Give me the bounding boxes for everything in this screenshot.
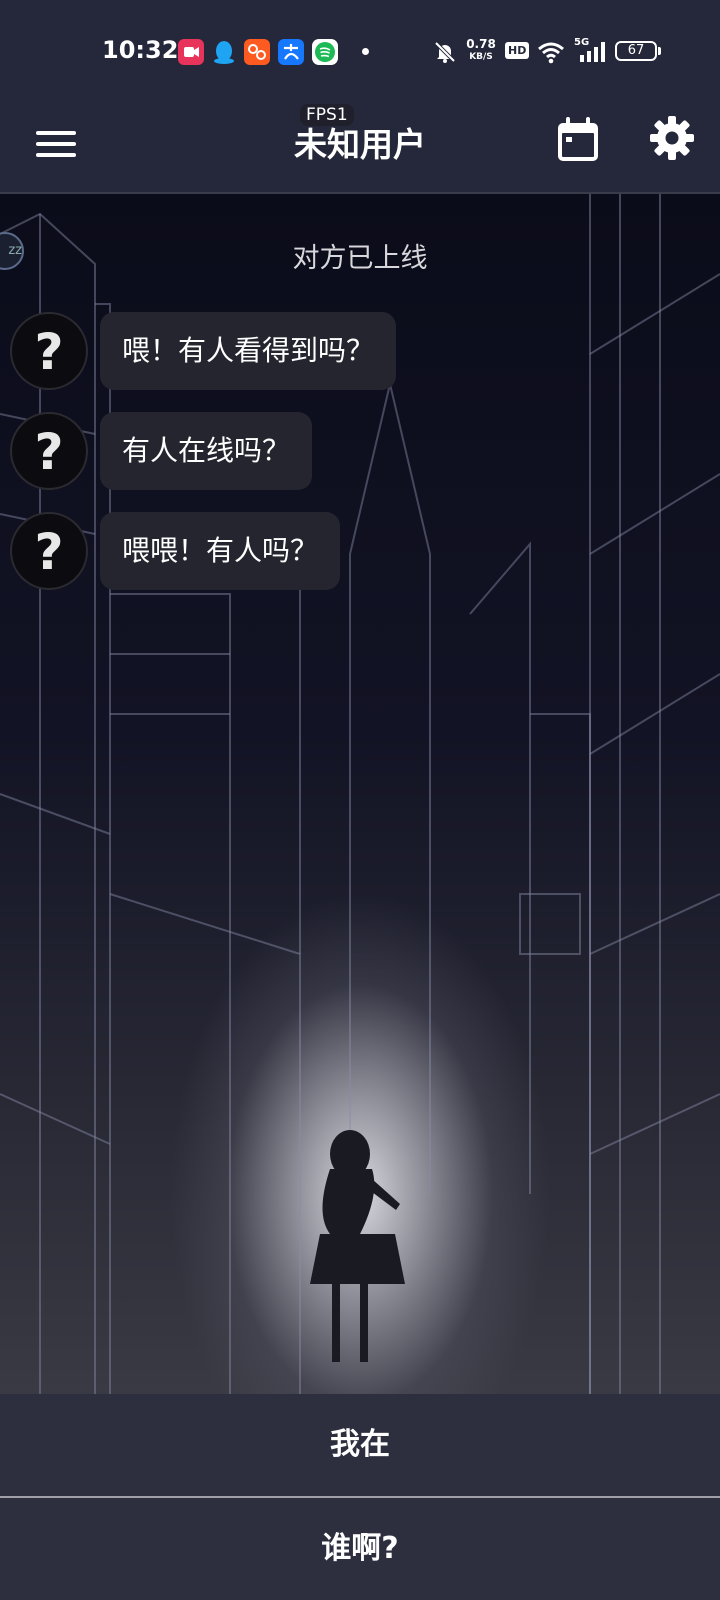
- spotify-icon: [312, 39, 338, 65]
- battery-tip: [658, 47, 661, 55]
- calendar-button[interactable]: [556, 116, 600, 164]
- system-status-note: 对方已上线: [292, 243, 428, 274]
- network-speed-unit: KB/S: [469, 52, 493, 62]
- mute-bell-icon: [433, 40, 457, 68]
- reply-option-2[interactable]: 谁啊?: [0, 1498, 720, 1600]
- message-bubble: 喂喂！有人吗？: [100, 512, 341, 590]
- app-header: 未知用户 FPS1: [0, 104, 720, 194]
- settings-button[interactable]: [648, 114, 696, 162]
- chat-scene: zz 对方已上线 ? 喂！有人看得到吗？ ? 有人在线吗？ ? 喂喂！有人吗？: [0, 194, 720, 1394]
- status-bar: 10:32 0.78 KB/S HD 5G 67: [0, 0, 720, 104]
- qq-icon: [211, 39, 237, 65]
- settings-icon: [650, 116, 694, 160]
- notification-dot: [362, 48, 369, 55]
- reply-option-1[interactable]: 我在: [0, 1394, 720, 1496]
- message-row: ? 喂！有人看得到吗？: [10, 312, 710, 392]
- network-speed: 0.78 KB/S: [463, 38, 499, 64]
- network-speed-value: 0.78: [466, 37, 496, 51]
- sender-avatar[interactable]: ?: [10, 312, 88, 390]
- calendar-icon: [558, 117, 598, 161]
- page-title: 未知用户: [294, 125, 426, 164]
- fps-overlay: FPS1: [300, 104, 354, 126]
- video-app-icon: [178, 39, 204, 65]
- sender-avatar[interactable]: ?: [10, 412, 88, 490]
- message-bubble: 喂！有人看得到吗？: [100, 312, 397, 390]
- message-row: ? 有人在线吗？: [10, 412, 710, 492]
- message-row: ? 喂喂！有人吗？: [10, 512, 710, 592]
- status-time: 10:32: [102, 36, 179, 64]
- sender-avatar[interactable]: ?: [10, 512, 88, 590]
- hd-badge: HD: [505, 42, 530, 59]
- battery-icon: 67: [615, 41, 657, 61]
- wifi-icon: [536, 40, 566, 68]
- alipay-icon: [278, 39, 304, 65]
- message-bubble: 有人在线吗？: [100, 412, 313, 490]
- taobao-icon: [244, 39, 270, 65]
- cellular-signal-icon: [578, 41, 606, 67]
